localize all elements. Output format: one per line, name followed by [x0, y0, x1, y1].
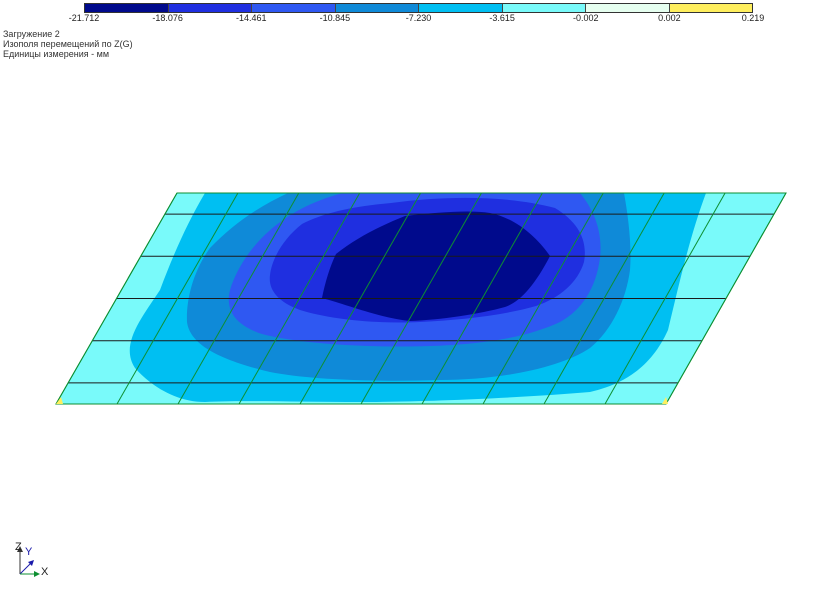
axis-label-y: Y — [25, 546, 33, 558]
displacement-isofield-plot[interactable] — [0, 0, 839, 596]
axis-label-x: X — [41, 566, 49, 578]
coordinate-axes-triad: Z Y X — [8, 540, 56, 584]
axis-label-z: Z — [15, 541, 22, 553]
